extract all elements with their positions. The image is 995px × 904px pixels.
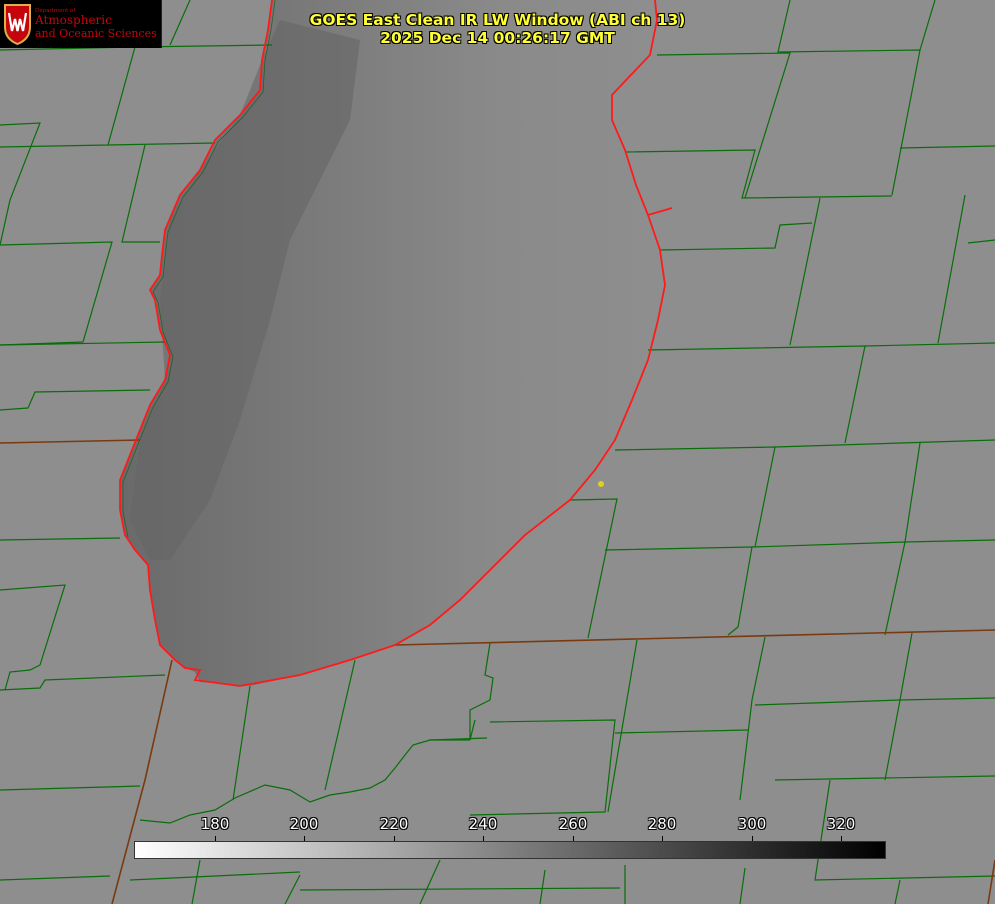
colorbar-tick-label: 240	[468, 815, 498, 833]
colorbar-tick-label: 200	[289, 815, 319, 833]
colorbar-tick-label: 320	[826, 815, 856, 833]
colorbar-tick-label: 280	[647, 815, 677, 833]
colorbar-tick-mark	[215, 836, 216, 841]
map-canvas	[0, 0, 995, 904]
colorbar-tick-label: 260	[558, 815, 588, 833]
temperature-colorbar	[134, 841, 886, 859]
location-marker	[598, 481, 604, 487]
satellite-image-view: GOES East Clean IR LW Window (ABI ch 13)…	[0, 0, 995, 904]
colorbar-tick-mark	[394, 836, 395, 841]
colorbar-tick-label: 220	[379, 815, 409, 833]
uw-crest-icon	[4, 4, 31, 45]
colorbar-tick-mark	[662, 836, 663, 841]
aos-logo[interactable]: Department of Atmospheric and Oceanic Sc…	[0, 0, 162, 48]
colorbar-tick-label: 300	[737, 815, 767, 833]
colorbar-tick-mark	[841, 836, 842, 841]
colorbar-tick-mark	[752, 836, 753, 841]
colorbar-tick-mark	[573, 836, 574, 841]
colorbar-tick-mark	[483, 836, 484, 841]
logo-name-line1: Atmospheric	[35, 13, 112, 27]
logo-name-line2: and Oceanic Sciences	[35, 27, 157, 40]
colorbar-tick-label: 180	[200, 815, 230, 833]
colorbar-tick-mark	[304, 836, 305, 841]
